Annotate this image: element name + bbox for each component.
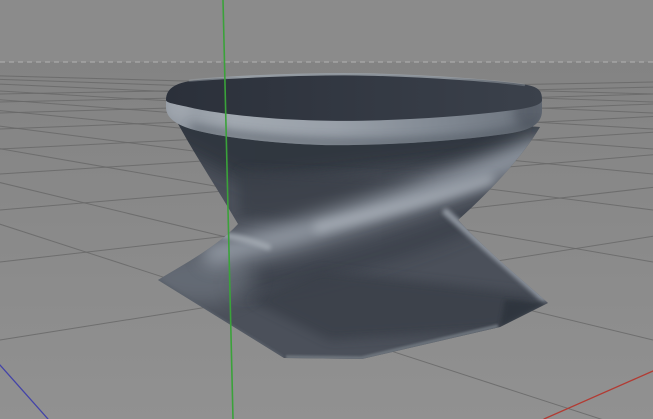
viewport-canvas[interactable] xyxy=(0,0,653,419)
scene-svg xyxy=(0,0,653,419)
sky-background xyxy=(0,0,653,62)
